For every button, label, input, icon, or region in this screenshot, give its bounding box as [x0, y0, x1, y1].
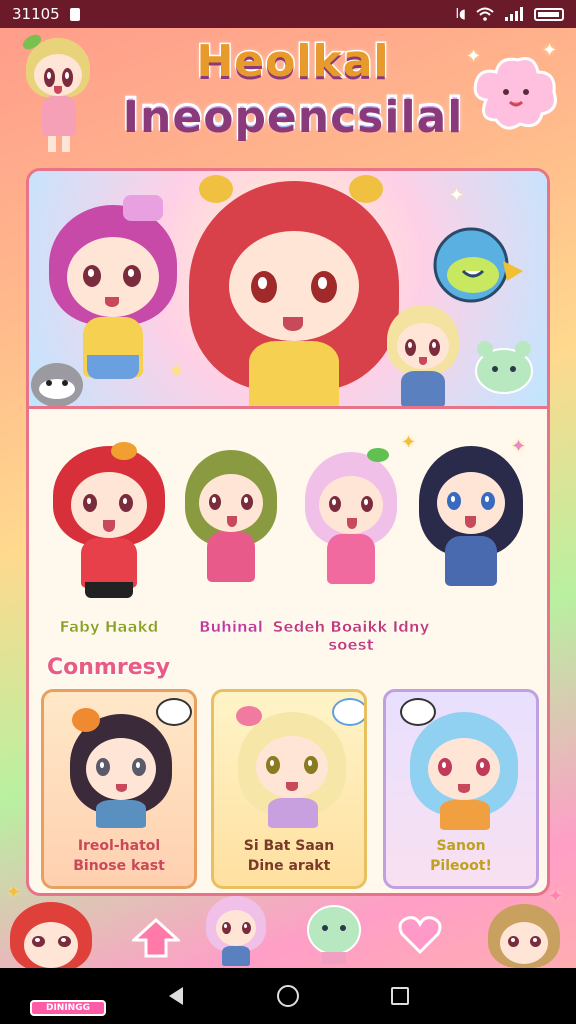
roster-character-2[interactable]: Buhinal [171, 442, 291, 642]
section-title-companions: Conmresy [46, 654, 171, 681]
character-portrait [406, 708, 522, 830]
companion-caption: Sanon Pileoot! [430, 838, 492, 874]
character-portrait [301, 448, 401, 608]
title-line-1: Heolkal [195, 35, 390, 89]
green-bunny-mascot-icon [475, 341, 533, 394]
sparkle-icon: ✦ [466, 46, 482, 67]
battery-icon [534, 7, 564, 21]
bottom-banner-tag: DININGG [30, 1000, 106, 1016]
home-button[interactable] [276, 984, 300, 1008]
sparkle-icon: ✦ [449, 185, 465, 206]
recents-button[interactable] [388, 984, 412, 1008]
heart-icon [398, 916, 442, 954]
chibi-bottom-pink [204, 896, 268, 968]
raccoon-mascot-icon [31, 363, 83, 406]
title-line-2: Ineopencsilal [118, 88, 468, 142]
sparkle-icon: ✦ [169, 361, 185, 382]
chibi-corner-top-left [18, 31, 98, 156]
status-bar: 31105 l◖ [0, 0, 576, 28]
wifi-icon [476, 7, 494, 21]
back-icon [169, 987, 183, 1005]
vibrate-icon: l◖ [455, 6, 466, 22]
companion-card-2[interactable]: Si Bat Saan Dine arakt [211, 689, 367, 889]
robot-mascot-icon [433, 227, 523, 303]
sparkle-icon: ✦ [6, 882, 22, 903]
roster-character-3[interactable]: Sedeh Boaikk Idny soest [272, 442, 430, 654]
signal-icon [505, 7, 523, 21]
companion-caption: Ireol-hatol Binose kast [73, 838, 165, 874]
character-roster: ✦ ✦ Faby Haakd Buhinal Sedeh Boaikk Idny… [29, 412, 547, 654]
recents-icon [391, 987, 409, 1005]
status-time: 31105 [12, 5, 60, 23]
hero-banner: ✦ ✦ [29, 171, 547, 409]
character-portrait [415, 442, 527, 612]
main-panel: ✦ ✦ ✦ ✦ Faby Haakd Buhinal Sedeh Boaikk … [26, 168, 550, 896]
green-mascot-icon [307, 905, 361, 964]
character-portrait [49, 442, 169, 612]
sparkle-icon: ✦ [542, 40, 558, 61]
character-portrait [181, 446, 281, 606]
chibi-corner-bottom-right [484, 904, 564, 974]
game-title: Heolkal Ineopencsilal [118, 32, 468, 162]
companion-card-3[interactable]: Sanon Pileoot! [383, 689, 539, 889]
companion-caption: Si Bat Saan Dine arakt [243, 838, 335, 874]
companion-card-1[interactable]: Ireol-hatol Binose kast [41, 689, 197, 889]
bottom-deco-row: ✦ ✦ [0, 882, 576, 972]
roster-character-4[interactable] [411, 442, 531, 642]
home-icon [277, 985, 299, 1007]
chibi-corner-bottom-left [6, 902, 96, 972]
back-button[interactable] [164, 984, 188, 1008]
sim-card-icon [69, 7, 80, 21]
roster-character-name: Sedeh Boaikk Idny soest [272, 618, 430, 655]
up-arrow-button[interactable] [132, 918, 180, 958]
hero-chibi-blonde [383, 301, 463, 406]
hero-chibi-red-hair [179, 171, 409, 406]
character-portrait [66, 708, 176, 828]
character-portrait [234, 706, 350, 830]
roster-character-1[interactable]: Faby Haakd [49, 442, 169, 642]
